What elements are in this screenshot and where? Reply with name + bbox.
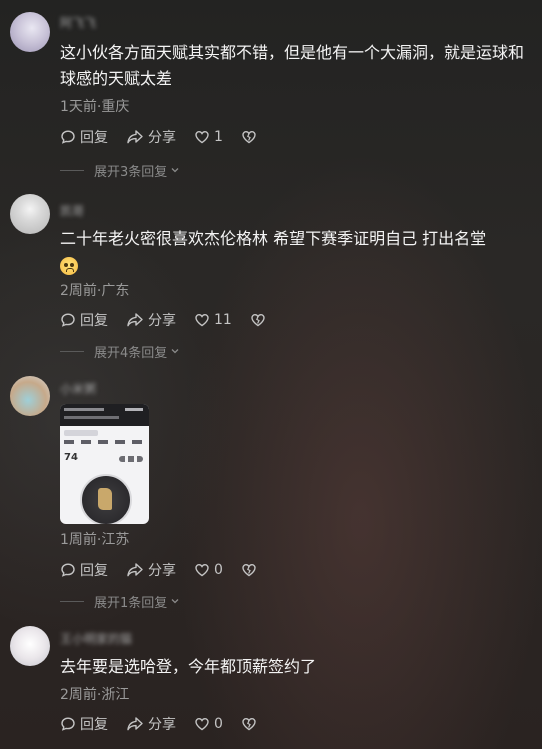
like-count: 0 <box>214 716 223 732</box>
username[interactable]: 阿飞飞 <box>60 14 96 30</box>
like-button[interactable]: 0 <box>194 562 223 578</box>
avatar[interactable] <box>10 12 50 52</box>
dislike-button[interactable] <box>241 716 261 732</box>
comment-meta: 1周前·江苏 <box>60 532 130 548</box>
avatar[interactable] <box>10 376 50 416</box>
like-count: 0 <box>214 562 223 578</box>
reply-label: 回复 <box>80 717 108 733</box>
heart-icon <box>195 130 209 144</box>
share-icon <box>127 563 143 577</box>
reply-icon <box>61 313 75 327</box>
broken-heart-icon <box>242 130 256 144</box>
comment-actions: 回复 分享 1 <box>60 126 279 148</box>
reply-icon <box>61 130 75 144</box>
reply-button[interactable]: 回复 <box>60 127 108 147</box>
comment-text: 去年要是选哈登，今年都顶薪签约了 <box>60 657 317 676</box>
pleading-face-emoji <box>60 256 78 275</box>
share-icon <box>127 130 143 144</box>
heart-icon <box>195 563 209 577</box>
share-button[interactable]: 分享 <box>126 310 176 330</box>
like-button[interactable]: 1 <box>194 129 223 145</box>
reply-label: 回复 <box>80 130 108 146</box>
reply-icon <box>61 563 75 577</box>
chevron-down-icon <box>171 349 179 354</box>
avatar[interactable] <box>10 194 50 234</box>
reply-label: 回复 <box>80 313 108 329</box>
like-count: 11 <box>214 312 232 328</box>
like-count: 1 <box>214 129 223 145</box>
dislike-button[interactable] <box>241 129 261 145</box>
broken-heart-icon <box>242 717 256 731</box>
comment-actions: 回复 分享 0 <box>60 559 279 581</box>
comment-text: 这小伙各方面天赋其实都不错，但是他有一个大漏洞，就是运球和球感的天赋太差 <box>60 43 525 88</box>
share-label: 分享 <box>148 563 176 579</box>
divider <box>60 600 84 602</box>
like-button[interactable]: 0 <box>194 716 223 732</box>
divider <box>60 169 84 171</box>
username[interactable]: 王小明家的猫 <box>60 630 132 646</box>
comment-meta: 1天前·重庆 <box>60 99 130 115</box>
share-label: 分享 <box>148 313 176 329</box>
share-icon <box>127 313 143 327</box>
share-button[interactable]: 分享 <box>126 127 176 147</box>
share-label: 分享 <box>148 130 176 146</box>
comment-text-content: 二十年老火密很喜欢杰伦格林 希望下赛季证明自己 打出名堂 <box>60 229 487 248</box>
expand-replies[interactable]: 展开1条回复 <box>60 591 181 611</box>
comment-image-thumbnail[interactable]: 74 <box>60 404 149 524</box>
expand-label: 展开4条回复 <box>94 345 168 361</box>
divider <box>60 350 84 352</box>
share-button[interactable]: 分享 <box>126 560 176 580</box>
shot-chart <box>80 474 132 524</box>
chevron-down-icon <box>171 599 179 604</box>
like-button[interactable]: 11 <box>194 312 232 328</box>
expand-replies[interactable]: 展开3条回复 <box>60 160 181 180</box>
comment-text: 二十年老火密很喜欢杰伦格林 希望下赛季证明自己 打出名堂 <box>60 226 530 278</box>
reply-label: 回复 <box>80 563 108 579</box>
comment-meta: 2周前·广东 <box>60 283 130 299</box>
username[interactable]: 小米粥 <box>60 380 96 396</box>
broken-heart-icon <box>242 563 256 577</box>
expand-label: 展开1条回复 <box>94 595 168 611</box>
share-label: 分享 <box>148 717 176 733</box>
expand-replies[interactable]: 展开4条回复 <box>60 341 181 361</box>
broken-heart-icon <box>251 313 265 327</box>
dislike-button[interactable] <box>250 312 270 328</box>
expand-label: 展开3条回复 <box>94 164 168 180</box>
share-button[interactable]: 分享 <box>126 714 176 734</box>
reply-button[interactable]: 回复 <box>60 310 108 330</box>
heart-icon <box>195 313 209 327</box>
comment-meta: 2周前·浙江 <box>60 687 130 703</box>
dislike-button[interactable] <box>241 562 261 578</box>
chevron-down-icon <box>171 168 179 173</box>
avatar[interactable] <box>10 626 50 666</box>
reply-button[interactable]: 回复 <box>60 560 108 580</box>
heart-icon <box>195 717 209 731</box>
comment-actions: 回复 分享 0 <box>60 713 279 735</box>
reply-icon <box>61 717 75 731</box>
username[interactable]: 凯哥 <box>60 202 84 218</box>
share-icon <box>127 717 143 731</box>
comment-actions: 回复 分享 11 <box>60 309 288 331</box>
reply-button[interactable]: 回复 <box>60 714 108 734</box>
